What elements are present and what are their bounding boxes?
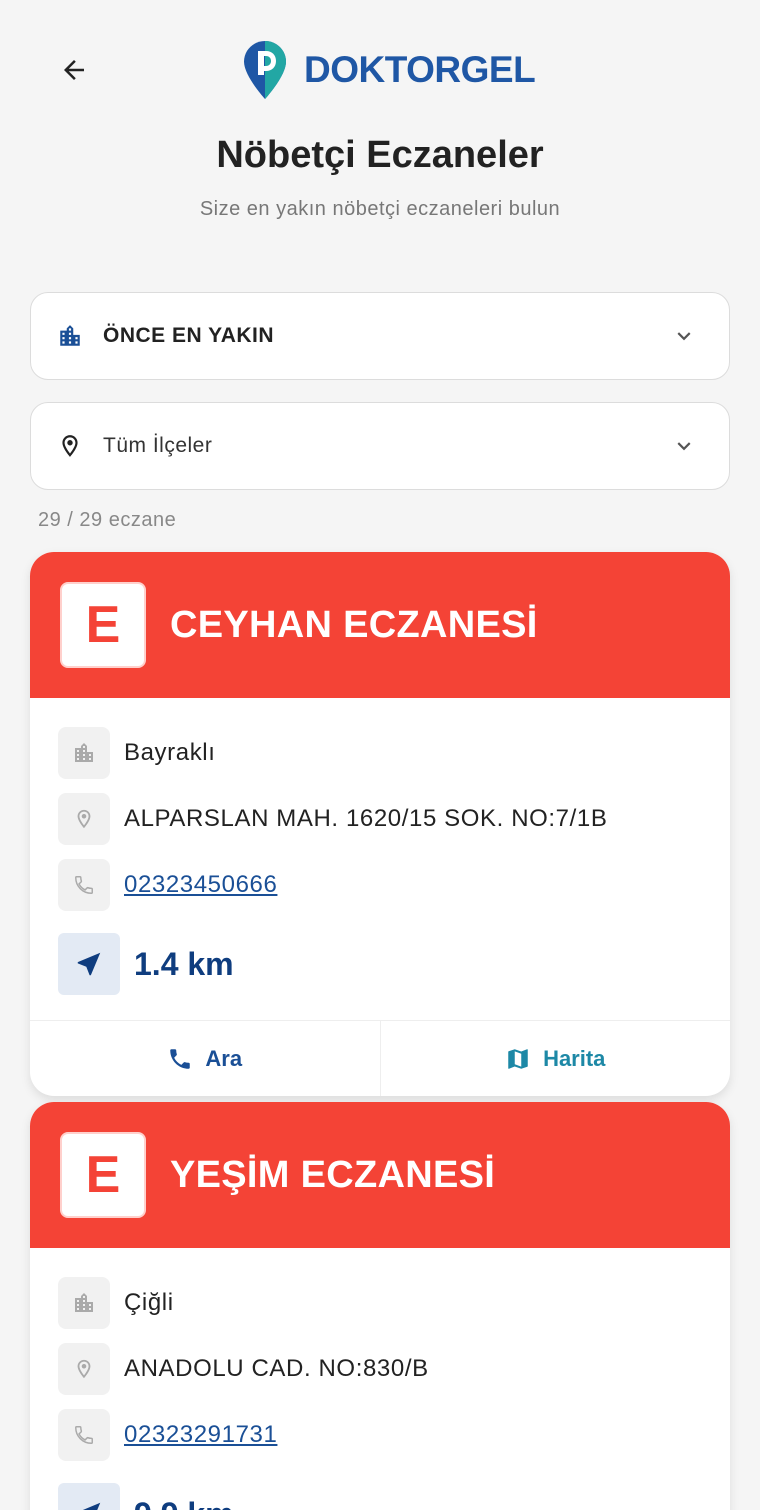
phone-icon	[167, 1046, 193, 1072]
call-button[interactable]: Ara	[30, 1021, 380, 1096]
location-pin-icon	[58, 793, 110, 845]
header: DOKTORGEL	[0, 0, 760, 120]
pharmacy-card: E YEŞİM ECZANESİ Çiğli ANADOLU CAD. NO:8…	[30, 1102, 730, 1510]
location-pin-icon	[57, 433, 83, 459]
chevron-down-icon	[671, 433, 697, 459]
phone-icon	[58, 1409, 110, 1461]
sort-select-label: ÖNCE EN YAKIN	[103, 324, 275, 347]
pharmacy-phone-link[interactable]: 02323450666	[124, 871, 277, 899]
card-actions: Ara Harita	[30, 1020, 730, 1096]
phone-icon	[58, 859, 110, 911]
pharmacy-phone-link[interactable]: 02323291731	[124, 1421, 277, 1449]
map-button[interactable]: Harita	[379, 1021, 731, 1096]
pharmacy-distance: 1.4 km	[134, 945, 234, 982]
address-row: ANADOLU CAD. NO:830/B	[58, 1336, 730, 1402]
building-icon	[58, 1277, 110, 1329]
pharmacy-e-badge: E	[60, 582, 146, 668]
phone-row: 02323291731	[58, 1402, 730, 1468]
chevron-down-icon	[671, 323, 697, 349]
distance-row: 9.9 km	[58, 1472, 730, 1510]
city-icon	[57, 323, 83, 349]
pharmacy-district: Bayraklı	[124, 739, 216, 766]
pharmacy-address: ALPARSLAN MAH. 1620/15 SOK. NO:7/1B	[124, 805, 608, 832]
map-button-label: Harita	[543, 1045, 606, 1071]
pharmacy-card-header: E YEŞİM ECZANESİ	[30, 1102, 730, 1248]
building-icon	[58, 727, 110, 779]
district-row: Çiğli	[58, 1270, 730, 1336]
pharmacy-name: CEYHAN ECZANESİ	[170, 603, 538, 646]
location-pin-icon	[58, 1343, 110, 1395]
page-title: Nöbetçi Eczaneler	[216, 134, 544, 176]
address-row: ALPARSLAN MAH. 1620/15 SOK. NO:7/1B	[58, 786, 730, 852]
arrow-left-icon	[64, 60, 84, 80]
district-row: Bayraklı	[58, 720, 730, 786]
call-button-label: Ara	[205, 1045, 243, 1071]
district-select-label: Tüm İlçeler	[103, 434, 213, 457]
pharmacy-distance: 9.9 km	[134, 1496, 234, 1510]
map-icon	[505, 1046, 531, 1072]
page-subtitle: Size en yakın nöbetçi eczaneleri bulun	[199, 198, 561, 220]
navigation-arrow-icon	[58, 1483, 120, 1510]
phone-row: 02323450666	[58, 852, 730, 918]
pharmacy-name: YEŞİM ECZANESİ	[170, 1153, 496, 1196]
result-count: 29 / 29 eczane	[38, 509, 177, 531]
brand-name: DOKTORGEL	[304, 49, 536, 90]
pharmacy-district: Çiğli	[124, 1289, 174, 1316]
pharmacy-card-header: E CEYHAN ECZANESİ	[30, 552, 730, 698]
back-button[interactable]	[52, 48, 96, 92]
pharmacy-card: E CEYHAN ECZANESİ Bayraklı ALPARSLAN MAH…	[30, 552, 730, 1096]
distance-row: 1.4 km	[58, 922, 730, 1006]
pharmacy-e-badge: E	[60, 1132, 146, 1218]
brand-logo: DOKTORGEL	[244, 40, 536, 100]
sort-select[interactable]: ÖNCE EN YAKIN	[30, 292, 730, 380]
district-select[interactable]: Tüm İlçeler	[30, 402, 730, 490]
navigation-arrow-icon	[58, 933, 120, 995]
location-pin-logo-icon	[244, 41, 286, 99]
pharmacy-address: ANADOLU CAD. NO:830/B	[124, 1355, 429, 1382]
